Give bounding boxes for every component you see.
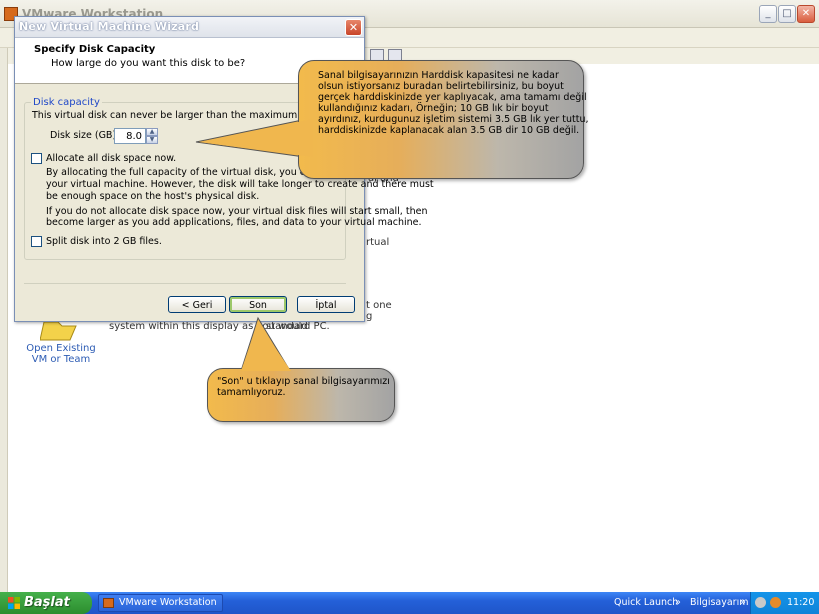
start-label: Başlat <box>24 595 70 610</box>
tray-arrow-icon[interactable] <box>755 597 766 608</box>
taskbar-vmware-label: VMware Workstation <box>119 597 217 608</box>
son-callout-line-1: "Son" u tıklayıp sanal bilgisayarımızı <box>217 376 390 387</box>
windows-flag-icon <box>8 597 20 609</box>
clock: 11:20 <box>787 597 815 608</box>
son-callout-pointer-fill <box>241 322 291 371</box>
taskbar-vmware-item[interactable]: VMware Workstation <box>98 594 223 612</box>
tray-app-icon[interactable] <box>770 597 781 608</box>
chevron-right-icon[interactable]: » <box>675 597 681 608</box>
chevron-right-icon-2[interactable]: » <box>740 597 746 608</box>
start-button[interactable]: Başlat <box>0 592 92 614</box>
quick-launch-label[interactable]: Quick Launch <box>614 597 678 608</box>
system-tray: 11:20 <box>750 592 819 614</box>
son-callout-line-2: tamamlıyoruz. <box>217 387 286 398</box>
vmware-task-icon <box>103 598 114 608</box>
taskbar: Başlat VMware Workstation Quick Launch »… <box>0 592 819 614</box>
son-callout-text: "Son" u tıklayıp sanal bilgisayarımızı t… <box>217 376 390 398</box>
